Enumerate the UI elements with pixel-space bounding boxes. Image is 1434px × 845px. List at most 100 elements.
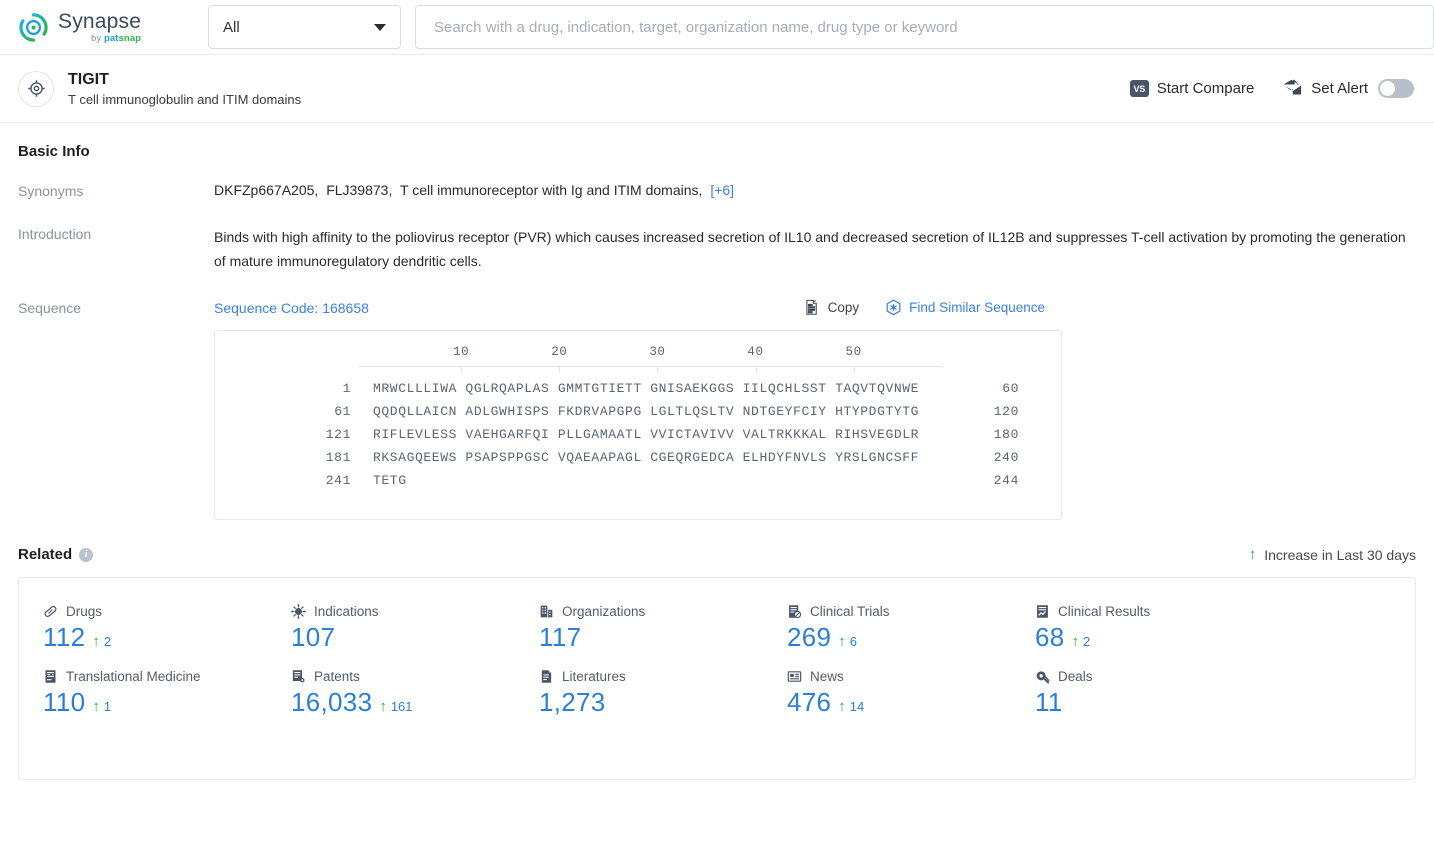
synonyms-value: DKFZp667A205, FLJ39873, T cell immunorec… bbox=[214, 182, 1416, 198]
brand-snap: snap bbox=[118, 32, 142, 44]
synonyms-label: Synonyms bbox=[18, 183, 84, 199]
page-title: TIGIT bbox=[68, 70, 109, 88]
building-icon bbox=[539, 604, 554, 619]
ruler-tick-label: 10 bbox=[453, 345, 470, 360]
sequence-end-index: 60 bbox=[1002, 381, 1019, 397]
increase-arrow-icon: ↑ bbox=[1248, 546, 1257, 564]
related-heading: Related bbox=[18, 546, 73, 564]
copy-label: Copy bbox=[827, 300, 860, 316]
literature-icon bbox=[539, 669, 554, 684]
sequence-line: 61 QQDQLLAICN ADLGWHISPS FKDRVAPGPG LGLT… bbox=[215, 404, 1061, 419]
sequence-residues: TETG bbox=[373, 473, 407, 489]
stat-value: 117 bbox=[539, 622, 582, 653]
sequence-line: 181 RKSAGQEEWS PSAPSPPGSC VQAEAAPAGL CGE… bbox=[215, 450, 1061, 465]
vs-icon: VS bbox=[1129, 80, 1149, 97]
basic-info-heading: Basic Info bbox=[18, 143, 90, 160]
entity-header: TIGIT T cell immunoglobulin and ITIM dom… bbox=[0, 55, 1434, 123]
find-similar-sequence-label: Find Similar Sequence bbox=[909, 300, 1045, 316]
clinical-result-icon bbox=[1035, 604, 1050, 619]
top-navigation-bar: Synapse by patsnap All bbox=[0, 0, 1434, 55]
stat-news[interactable]: News 476 ↑ 14 bbox=[763, 669, 1011, 718]
synonym-item: DKFZp667A205, bbox=[214, 182, 319, 198]
brand-by: by bbox=[91, 32, 104, 44]
find-similar-sequence-button[interactable]: Find Similar Sequence bbox=[885, 299, 1045, 316]
set-alert-control[interactable]: Set Alert bbox=[1282, 79, 1414, 98]
stat-literatures[interactable]: Literatures 1,273 bbox=[515, 669, 763, 718]
stat-value: 476 bbox=[787, 687, 832, 718]
stat-delta: ↑ 6 bbox=[838, 633, 858, 651]
stat-value: 112 bbox=[43, 622, 86, 653]
find-similar-sequence-icon bbox=[885, 299, 902, 316]
stat-value: 110 bbox=[43, 687, 86, 718]
increase-legend-label: Increase in Last 30 days bbox=[1264, 546, 1416, 563]
sequence-residues: RIFLEVLESS VAEHGARFQI PLLGAMAATL VVICTAV… bbox=[373, 427, 920, 443]
stat-delta-value: 1 bbox=[103, 699, 112, 715]
stat-patents[interactable]: Patents 16,033 ↑ 161 bbox=[267, 669, 515, 718]
related-header: Related i ↑ Increase in Last 30 days bbox=[18, 546, 1416, 563]
search-scope-select[interactable]: All bbox=[208, 5, 401, 49]
sequence-start-index: 241 bbox=[325, 473, 351, 489]
translational-icon bbox=[43, 669, 58, 684]
ruler-tick-label: 40 bbox=[747, 345, 764, 360]
sequence-start-index: 181 bbox=[325, 450, 351, 466]
stat-label: Literatures bbox=[562, 669, 626, 685]
search-input[interactable] bbox=[432, 17, 1417, 37]
sequence-end-index: 180 bbox=[993, 427, 1019, 443]
synapse-logo-icon bbox=[18, 12, 49, 43]
synonym-item: T cell immunoreceptor with Ig and ITIM d… bbox=[400, 182, 703, 198]
stat-deals[interactable]: Deals 11 bbox=[1011, 669, 1259, 718]
stat-value: 11 bbox=[1035, 687, 1063, 718]
target-crosshair-icon bbox=[18, 70, 54, 107]
stat-label: Clinical Results bbox=[1058, 604, 1151, 620]
stat-delta-value: 14 bbox=[849, 699, 865, 715]
start-compare-button[interactable]: VS Start Compare bbox=[1129, 80, 1255, 97]
copy-sequence-button[interactable]: Copy bbox=[804, 299, 860, 316]
deal-icon bbox=[1035, 669, 1050, 684]
stat-label: Translational Medicine bbox=[66, 669, 201, 685]
search-scope-value: All bbox=[223, 18, 240, 36]
sequence-line: 241 TETG 244 bbox=[215, 473, 1061, 488]
introduction-text: Binds with high affinity to the poliovir… bbox=[214, 229, 1406, 270]
sequence-residues: QQDQLLAICN ADLGWHISPS FKDRVAPGPG LGLTLQS… bbox=[373, 404, 920, 420]
stat-indications[interactable]: Indications 107 bbox=[267, 604, 515, 653]
stat-value: 269 bbox=[787, 622, 832, 653]
stat-drugs[interactable]: Drugs 112 ↑ 2 bbox=[19, 604, 267, 653]
stat-delta: ↑ 2 bbox=[92, 633, 112, 651]
synonym-item: FLJ39873, bbox=[326, 182, 393, 198]
sequence-end-index: 120 bbox=[993, 404, 1019, 420]
synonyms-show-more-link[interactable]: [+6] bbox=[710, 182, 734, 198]
stat-value: 16,033 bbox=[291, 687, 373, 718]
chevron-down-icon bbox=[374, 23, 386, 31]
info-icon[interactable]: i bbox=[79, 547, 94, 562]
mail-alert-icon bbox=[1282, 79, 1303, 98]
stat-clinical-trials[interactable]: Clinical Trials 269 ↑ 6 bbox=[763, 604, 1011, 653]
stat-delta: ↑ 14 bbox=[838, 698, 865, 716]
stat-delta: ↑ 2 bbox=[1071, 633, 1091, 651]
stat-label: Clinical Trials bbox=[810, 604, 890, 620]
brand-logo[interactable]: Synapse by patsnap bbox=[18, 11, 188, 44]
sequence-end-index: 244 bbox=[993, 473, 1019, 489]
sequence-end-index: 240 bbox=[993, 450, 1019, 466]
entity-subtitle: T cell immunoglobulin and ITIM domains bbox=[68, 91, 302, 107]
related-stats-card: Drugs 112 ↑ 2 Indications 107 Organizati… bbox=[18, 577, 1416, 781]
search-bar[interactable] bbox=[415, 5, 1434, 49]
virus-icon bbox=[291, 604, 306, 620]
stat-label: News bbox=[810, 669, 844, 685]
stat-clinical-results[interactable]: Clinical Results 68 ↑ 2 bbox=[1011, 604, 1259, 653]
related-stats-row: Translational Medicine 110 ↑ 1 Patents 1… bbox=[19, 669, 1415, 718]
start-compare-label: Start Compare bbox=[1156, 80, 1255, 97]
sequence-viewer: 10 20 30 40 50 1 MRWCLLLIWA QGLRQAPLAS G… bbox=[214, 330, 1062, 521]
news-icon bbox=[787, 669, 802, 684]
stat-label: Patents bbox=[314, 669, 360, 685]
sequence-code-link[interactable]: Sequence Code: 168658 bbox=[214, 300, 369, 316]
pill-icon bbox=[43, 604, 58, 619]
stat-value: 107 bbox=[291, 622, 336, 653]
stat-label: Drugs bbox=[66, 604, 103, 620]
stat-delta: ↑ 1 bbox=[92, 698, 112, 716]
stat-label: Indications bbox=[314, 604, 379, 620]
stat-translational-medicine[interactable]: Translational Medicine 110 ↑ 1 bbox=[19, 669, 267, 718]
set-alert-toggle[interactable] bbox=[1378, 79, 1414, 98]
sequence-ruler: 10 20 30 40 50 bbox=[359, 345, 943, 374]
introduction-label: Introduction bbox=[18, 226, 92, 242]
stat-organizations[interactable]: Organizations 117 bbox=[515, 604, 763, 653]
